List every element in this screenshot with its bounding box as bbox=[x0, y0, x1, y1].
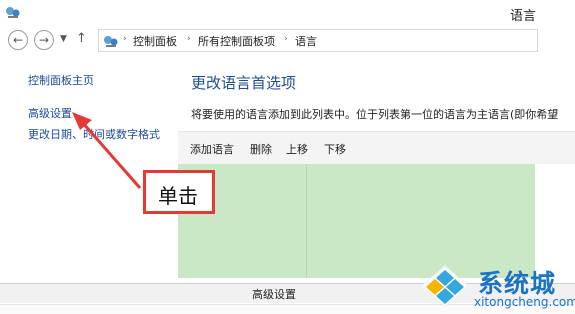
arrow-right-icon: → bbox=[38, 33, 50, 47]
breadcrumb-all-items[interactable]: 所有控制面板项 bbox=[198, 33, 275, 49]
advanced-settings-window-title: 高级设置 bbox=[252, 288, 296, 301]
arrow-left-icon: ← bbox=[12, 33, 24, 47]
delete-button[interactable]: 删除 bbox=[250, 141, 272, 157]
breadcrumb-language[interactable]: 语言 bbox=[295, 33, 317, 49]
sidebar-item-change-date-time-format[interactable]: 更改日期、时间或数字格式 bbox=[28, 126, 160, 142]
chevron-right-icon: › bbox=[123, 34, 127, 44]
sidebar-item-control-panel-home[interactable]: 控制面板主页 bbox=[28, 72, 94, 88]
chevron-right-icon[interactable]: › bbox=[187, 34, 191, 44]
arrow-up-icon: ↑ bbox=[76, 31, 87, 46]
chevron-down-icon: ▼ bbox=[60, 34, 67, 44]
page-description: 将要使用的语言添加到此列表中。位于列表第一位的语言为主语言(即你希望 bbox=[191, 108, 559, 121]
forward-button[interactable]: → bbox=[34, 30, 54, 50]
address-bar: ← → ▼ ↑ › 控制面板 › 所有控制面板项 › 语言 bbox=[0, 26, 575, 56]
chevron-right-icon[interactable]: › bbox=[284, 34, 288, 44]
windows-logo-icon bbox=[421, 265, 469, 307]
breadcrumb-control-panel[interactable]: 控制面板 bbox=[133, 33, 177, 49]
watermark-domain: xitongcheng.com bbox=[474, 295, 575, 309]
back-button[interactable]: ← bbox=[8, 30, 28, 50]
watermark: 系统城 xitongcheng.com bbox=[416, 262, 575, 314]
up-level-button[interactable]: ↑ bbox=[76, 31, 87, 46]
recent-locations-button[interactable]: ▼ bbox=[60, 34, 67, 44]
control-panel-icon bbox=[6, 7, 20, 18]
language-toolbar: 添加语言 删除 上移 下移 bbox=[178, 131, 575, 164]
move-down-button[interactable]: 下移 bbox=[324, 141, 346, 157]
control-panel-icon bbox=[104, 36, 118, 47]
window-title: 语言 bbox=[510, 9, 537, 24]
address-field[interactable]: › 控制面板 › 所有控制面板项 › 语言 bbox=[98, 29, 538, 52]
page-title: 更改语言首选项 bbox=[191, 74, 297, 92]
callout-text: 单击 bbox=[158, 184, 198, 208]
move-up-button[interactable]: 上移 bbox=[286, 141, 308, 157]
language-list[interactable] bbox=[178, 164, 535, 278]
title-bar: 语言 bbox=[0, 0, 575, 26]
sidebar-item-advanced-settings[interactable]: 高级设置 bbox=[28, 105, 72, 121]
add-language-button[interactable]: 添加语言 bbox=[190, 141, 234, 157]
language-list-divider bbox=[306, 164, 307, 278]
